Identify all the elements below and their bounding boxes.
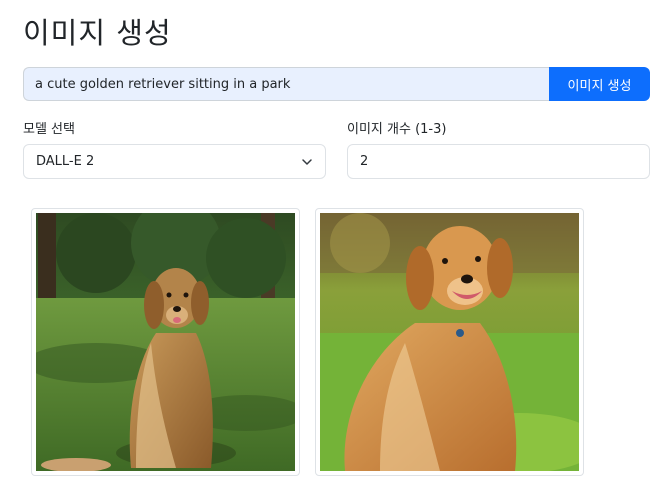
prompt-input[interactable] [23, 67, 549, 101]
generated-image-card[interactable] [31, 208, 300, 476]
generated-image-1 [36, 213, 295, 471]
prompt-row: 이미지 생성 [23, 67, 650, 101]
generated-image-card[interactable] [315, 208, 584, 476]
model-label: 모델 선택 [23, 122, 75, 137]
model-select[interactable]: DALL-E 2 [23, 144, 326, 179]
generated-image-2 [320, 213, 579, 471]
image-count-input[interactable] [347, 144, 650, 179]
model-selected-value: DALL-E 2 [36, 154, 95, 169]
page-title: 이미지 생성 [23, 16, 172, 50]
chevron-down-icon [302, 158, 312, 165]
count-label: 이미지 개수 (1-3) [347, 122, 447, 137]
generate-button[interactable]: 이미지 생성 [549, 67, 650, 101]
